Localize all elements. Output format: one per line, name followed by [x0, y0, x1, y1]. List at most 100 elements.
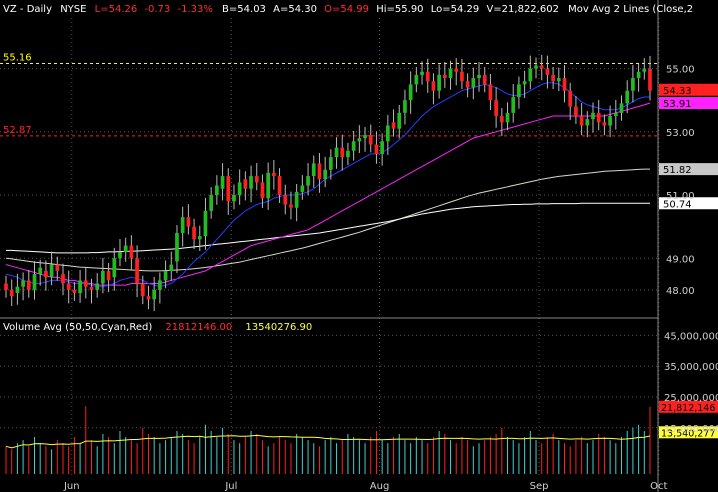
candle-body — [158, 280, 162, 290]
volume-tag-label: 21,812,146 — [661, 403, 715, 414]
candle-body — [140, 283, 145, 297]
chart-header: VZ - Daily NYSE L=54.26 -0.73 -1.33% B=5… — [3, 4, 693, 15]
candle-body — [551, 74, 555, 82]
candle-body — [15, 286, 20, 294]
candle-body — [112, 258, 117, 278]
symbol: VZ — [3, 4, 17, 15]
candle-body — [4, 283, 8, 290]
candle-body — [169, 264, 174, 271]
candle-body — [545, 68, 550, 75]
candle-body — [642, 68, 647, 72]
study-label: Mov Avg 2 Lines (Close,2 — [568, 4, 693, 15]
candle-body — [89, 286, 94, 290]
candle-body — [488, 84, 493, 101]
candle-body — [61, 274, 65, 284]
volume-tick-label: 35,000,000 — [664, 362, 718, 373]
candle-body — [414, 74, 419, 85]
price-tick-label: 55.00 — [666, 65, 695, 76]
level-label: 55.16 — [3, 53, 32, 64]
candle-body — [631, 78, 635, 91]
price-tag-label: 51.82 — [663, 165, 692, 176]
candle-body — [72, 289, 77, 294]
level-label: 52.87 — [3, 125, 32, 136]
candle-body — [437, 74, 441, 91]
bid: B=54.03 — [222, 4, 266, 15]
candle-body — [380, 141, 384, 154]
candle-body — [277, 176, 282, 196]
month-label: Jun — [63, 481, 80, 492]
candle-body — [118, 251, 122, 259]
candle-body — [163, 270, 168, 281]
candle-body — [499, 116, 504, 123]
candle-body — [460, 71, 464, 82]
volume-tick-label: 25,000,000 — [664, 393, 718, 404]
candle-body — [129, 245, 134, 259]
candle-body — [55, 264, 60, 271]
candle-body — [374, 144, 379, 154]
candle-body — [368, 134, 373, 145]
volume-tick-label: 15,000,000 — [664, 424, 718, 435]
candle-body — [397, 112, 402, 129]
open: O=54.99 — [324, 4, 369, 15]
candle-body — [135, 258, 139, 284]
candle-body — [556, 78, 561, 82]
candle-body — [215, 185, 219, 196]
candle-body — [636, 71, 641, 79]
candle-body — [283, 195, 288, 205]
candle-body — [505, 112, 510, 123]
volume-study-title: Volume Avg (50,50,Cyan,Red) — [3, 322, 152, 333]
candle-body — [648, 68, 652, 91]
candle-body — [78, 280, 82, 294]
candle-body — [123, 245, 128, 252]
candle-body — [403, 100, 407, 113]
candle-body — [44, 270, 48, 278]
exchange: NYSE — [60, 4, 86, 15]
candle-body — [209, 195, 214, 211]
candle-body — [619, 103, 624, 113]
candle-body — [146, 296, 151, 300]
candle-body — [346, 150, 350, 158]
change: -0.73 — [144, 4, 170, 15]
candle-body — [608, 116, 612, 126]
candle-body — [237, 182, 242, 196]
candle-body — [385, 125, 390, 142]
candle-body — [226, 176, 231, 202]
period: Daily — [27, 4, 52, 15]
candle-body — [9, 289, 14, 297]
candle-body — [101, 270, 105, 284]
price-tick-label: 53.00 — [666, 128, 695, 139]
candle-body — [494, 100, 498, 116]
candle-body — [391, 122, 396, 129]
candle-body — [340, 147, 345, 158]
price-tag-label: 53.91 — [663, 99, 692, 110]
candle-body — [21, 280, 25, 287]
candle-body — [517, 84, 521, 98]
candle-body — [152, 289, 157, 300]
price-tick-label: 49.00 — [666, 254, 695, 265]
candle-body — [334, 147, 339, 158]
candle-body — [625, 90, 630, 104]
volume-value-1: 21812146.00 — [165, 322, 232, 333]
candle-body — [203, 210, 208, 237]
candle-body — [49, 264, 54, 278]
low: Lo=54.29 — [431, 4, 480, 15]
candle-body — [311, 163, 316, 177]
candle-body — [300, 185, 305, 192]
candle-body — [272, 172, 276, 177]
candle-body — [448, 68, 453, 79]
candle-body — [477, 74, 481, 79]
candle-body — [249, 176, 253, 189]
candle-body — [266, 172, 271, 199]
candle-body — [180, 217, 185, 233]
volume: V=21,822,602 — [486, 4, 558, 15]
candle-body — [591, 112, 595, 120]
candle-body — [562, 78, 567, 91]
candle-body — [539, 65, 544, 69]
candle-body — [243, 179, 248, 189]
ask: A=54.30 — [273, 4, 317, 15]
candle-body — [442, 74, 447, 79]
candle-body — [175, 232, 179, 262]
candle-body — [323, 169, 328, 180]
candle-body — [420, 71, 424, 75]
candle-body — [585, 119, 590, 126]
